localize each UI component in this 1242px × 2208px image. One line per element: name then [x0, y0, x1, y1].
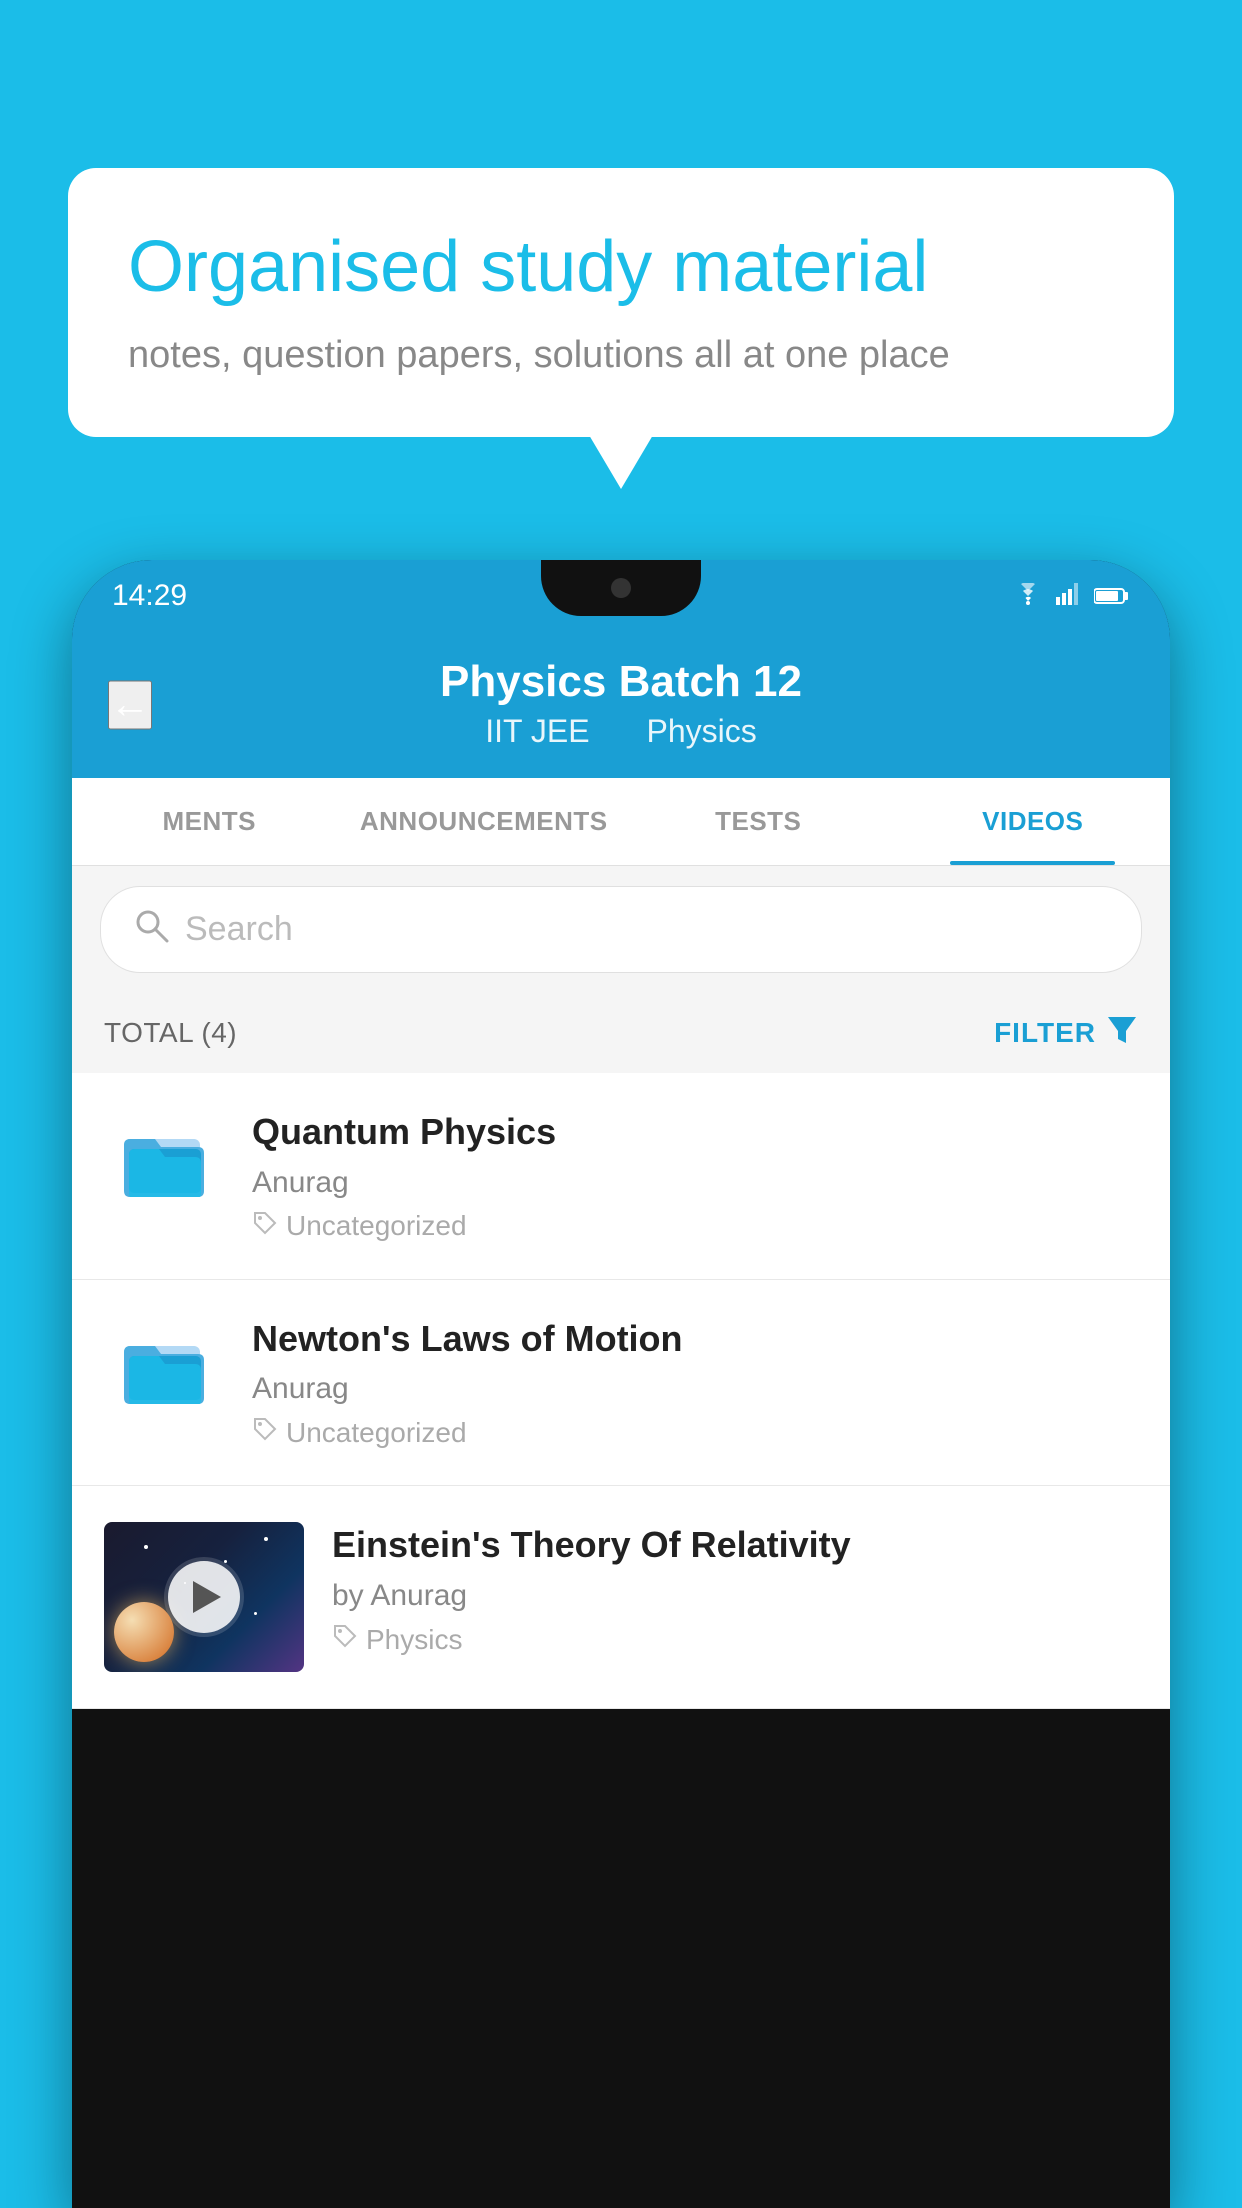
tabs: MENTS ANNOUNCEMENTS TESTS VIDEOS [72, 778, 1170, 866]
app-header: ← Physics Batch 12 IIT JEE Physics [72, 632, 1170, 778]
video-list: Quantum Physics Anurag Uncategorized [72, 1073, 1170, 1710]
search-icon [133, 907, 169, 952]
video-author-2: Anurag [252, 1372, 1138, 1406]
tag-icon-3 [332, 1623, 358, 1656]
phone-frame: 14:29 [72, 560, 1170, 2208]
search-bar[interactable]: Search [100, 886, 1142, 973]
video-tag-3: Physics [332, 1623, 1138, 1656]
tab-videos[interactable]: VIDEOS [896, 778, 1171, 865]
video-info-2: Newton's Laws of Motion Anurag Uncategor… [252, 1316, 1138, 1450]
play-button-3[interactable] [168, 1561, 240, 1633]
filter-icon [1106, 1013, 1138, 1053]
filter-row: TOTAL (4) FILTER [72, 993, 1170, 1073]
tab-announcements[interactable]: ANNOUNCEMENTS [347, 778, 622, 865]
status-bar: 14:29 [72, 560, 1170, 632]
list-item[interactable]: Quantum Physics Anurag Uncategorized [72, 1073, 1170, 1280]
search-placeholder: Search [185, 910, 293, 949]
signal-icon [1056, 580, 1082, 612]
planet [114, 1602, 174, 1662]
list-item[interactable]: Einstein's Theory Of Relativity by Anura… [72, 1486, 1170, 1709]
tab-tests[interactable]: TESTS [621, 778, 896, 865]
tab-ments[interactable]: MENTS [72, 778, 347, 865]
speech-bubble-wrapper: Organised study material notes, question… [68, 168, 1174, 437]
speech-bubble: Organised study material notes, question… [68, 168, 1174, 437]
video-info-1: Quantum Physics Anurag Uncategorized [252, 1109, 1138, 1243]
video-title-3: Einstein's Theory Of Relativity [332, 1522, 1138, 1569]
filter-button[interactable]: FILTER [994, 1013, 1138, 1053]
bubble-subtitle: notes, question papers, solutions all at… [128, 334, 1114, 377]
status-time: 14:29 [112, 579, 187, 613]
video-author-1: Anurag [252, 1166, 1138, 1200]
camera-dot [611, 578, 631, 598]
battery-icon [1094, 580, 1130, 612]
video-author-3: by Anurag [332, 1579, 1138, 1613]
video-tag-1: Uncategorized [252, 1210, 1138, 1243]
folder-thumb-1 [104, 1109, 224, 1205]
tag-icon-2 [252, 1416, 278, 1449]
video-title-2: Newton's Laws of Motion [252, 1316, 1138, 1363]
video-tag-2: Uncategorized [252, 1416, 1138, 1449]
total-count: TOTAL (4) [104, 1017, 237, 1049]
tag-icon-1 [252, 1210, 278, 1243]
bubble-title: Organised study material [128, 224, 1114, 310]
search-container: Search [72, 866, 1170, 993]
status-icons [1012, 580, 1130, 612]
notch [541, 560, 701, 616]
video-title-1: Quantum Physics [252, 1109, 1138, 1156]
video-thumbnail-3 [104, 1522, 304, 1672]
header-title: Physics Batch 12 [112, 656, 1130, 709]
back-button[interactable]: ← [108, 680, 152, 729]
header-subtitle: IIT JEE Physics [112, 713, 1130, 750]
wifi-icon [1012, 580, 1044, 612]
video-info-3: Einstein's Theory Of Relativity by Anura… [332, 1522, 1138, 1656]
header-subtitle-physics: Physics [646, 713, 756, 749]
play-triangle-3 [193, 1581, 221, 1613]
header-subtitle-iitjee: IIT JEE [485, 713, 589, 749]
folder-thumb-2 [104, 1316, 224, 1412]
list-item[interactable]: Newton's Laws of Motion Anurag Uncategor… [72, 1280, 1170, 1487]
